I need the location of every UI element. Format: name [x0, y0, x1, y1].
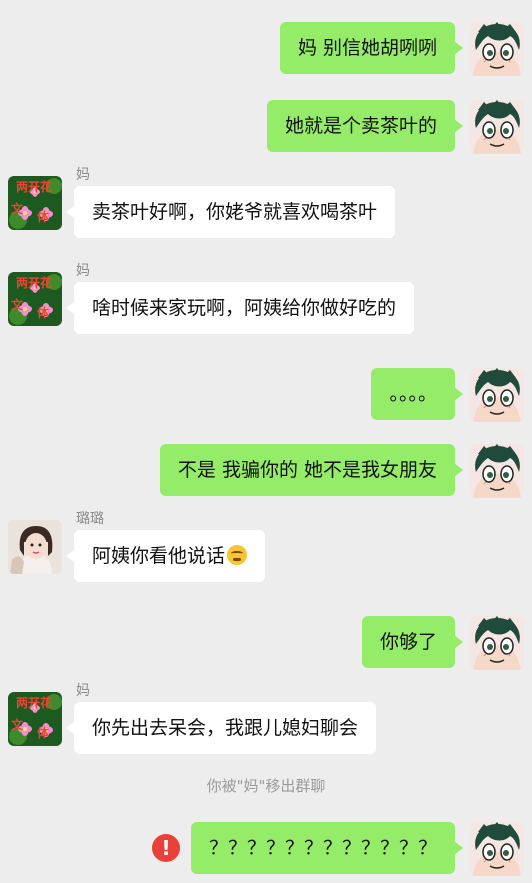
avatar-caption-left: 文 — [11, 202, 24, 216]
message-bubble[interactable]: 妈 别信她胡咧咧 — [279, 22, 464, 74]
avatar-caption-right: 体 — [37, 306, 50, 320]
message-bubble[interactable]: 卖茶叶好啊，你姥爷就喜欢喝茶叶 — [65, 186, 396, 238]
message-bubble[interactable]: 你先出去呆会，我跟儿媳妇聊会 — [65, 702, 377, 754]
message-bubble[interactable]: 她就是个卖茶叶的 — [266, 100, 464, 152]
avatar-caption-right: 体 — [37, 726, 50, 740]
message-bubble[interactable]: 阿姨你看他说话 — [65, 530, 266, 582]
message-bubble[interactable]: 你够了 — [361, 616, 464, 668]
message-bubble[interactable]: ？？？？？？？？？？？？ — [190, 822, 464, 874]
message-text: 阿姨你看他说话 — [92, 545, 226, 567]
send-failed-icon[interactable]: ! — [152, 834, 180, 862]
my-avatar[interactable] — [470, 22, 524, 76]
message-bubble[interactable]: 啥时候来家玩啊，阿姨给你做好吃的 — [65, 282, 415, 334]
avatar-caption-top: 两开花 — [16, 696, 53, 710]
my-avatar[interactable] — [470, 616, 524, 670]
lulu-avatar[interactable] — [8, 520, 62, 574]
avatar-caption-top: 两开花 — [16, 180, 53, 194]
sender-name: 妈 — [76, 683, 90, 699]
my-avatar[interactable] — [470, 822, 524, 876]
grimace-emoji — [227, 545, 248, 565]
mom-avatar[interactable]: 两开花 文 体 — [8, 272, 62, 326]
avatar-caption-right: 体 — [37, 210, 50, 224]
message-bubble[interactable]: 。。。。 — [371, 368, 463, 420]
my-avatar[interactable] — [470, 368, 524, 422]
system-notice: 你被"妈"移出群聊 — [206, 777, 326, 795]
mom-avatar[interactable]: 两开花 文 体 — [8, 176, 62, 230]
mom-avatar[interactable]: 两开花 文 体 — [8, 692, 62, 746]
my-avatar[interactable] — [470, 444, 524, 498]
sender-name: 妈 — [76, 167, 90, 183]
my-avatar[interactable] — [470, 100, 524, 154]
avatar-caption-left: 文 — [11, 718, 24, 732]
chat-window: 妈 别信她胡咧咧 她就是个卖茶叶的 妈 两开花 文 体 卖茶叶好啊，你姥爷就喜欢… — [0, 0, 532, 883]
avatar-caption-top: 两开花 — [16, 276, 53, 290]
message-bubble[interactable]: 不是 我骗你的 她不是我女朋友 — [159, 444, 464, 496]
sender-name: 妈 — [76, 263, 90, 279]
avatar-caption-left: 文 — [11, 298, 24, 312]
sender-name: 璐璐 — [76, 511, 104, 527]
